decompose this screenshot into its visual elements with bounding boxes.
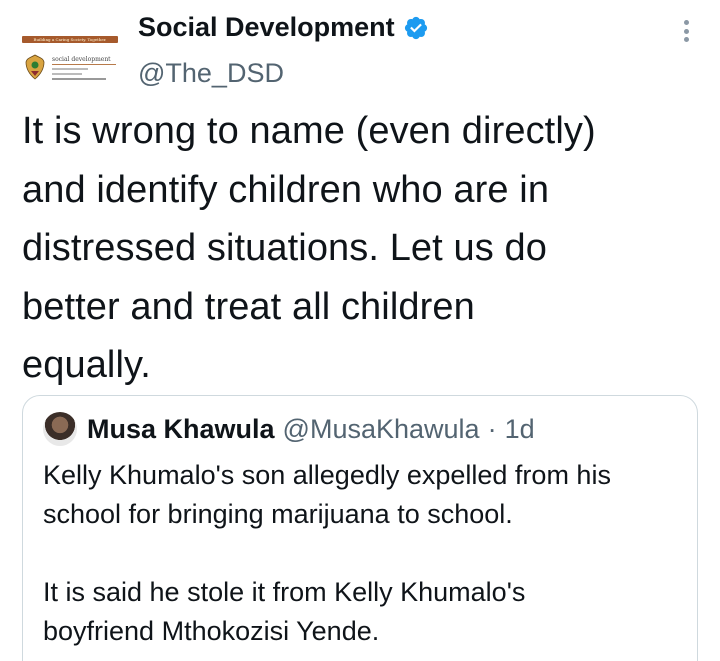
logo-line xyxy=(52,73,82,75)
quoted-author-avatar[interactable] xyxy=(43,412,77,446)
tweet: Building a Caring Society. Together. soc… xyxy=(0,0,720,661)
verified-badge-icon xyxy=(404,16,427,39)
tweet-text-line: and identify children who are in xyxy=(22,168,550,211)
menu-dot xyxy=(683,20,689,25)
coat-of-arms-icon xyxy=(25,54,45,80)
tweet-text: It is wrong to name (even directly) and … xyxy=(22,102,702,395)
author-display-name[interactable]: Social Development xyxy=(138,12,395,43)
menu-dot xyxy=(683,37,689,42)
quoted-tweet-header: Musa Khawula @MusaKhawula · 1d xyxy=(43,412,535,446)
quoted-tweet-timestamp[interactable]: 1d xyxy=(505,414,535,445)
more-vertical-icon[interactable] xyxy=(676,16,696,46)
quoted-author-handle[interactable]: @MusaKhawula xyxy=(283,414,480,445)
logo-banner: Building a Caring Society. Together. xyxy=(22,36,118,43)
quoted-tweet-text: Kelly Khumalo's son allegedly expelled f… xyxy=(43,456,683,651)
tweet-text-line: better and treat all children xyxy=(22,285,475,328)
tweet-text-line: equally. xyxy=(22,344,151,386)
logo-line xyxy=(52,68,88,70)
author-avatar-logo[interactable]: Building a Caring Society. Together. soc… xyxy=(18,26,122,96)
quoted-text-line: Kelly Khumalo's son allegedly expelled f… xyxy=(43,460,611,490)
separator-dot: · xyxy=(487,413,497,444)
quoted-text-line: boyfriend Mthokozisi Yende. xyxy=(43,616,380,646)
logo-dept-text: social development xyxy=(52,56,116,65)
logo-line xyxy=(52,78,106,80)
author-handle[interactable]: @The_DSD xyxy=(138,58,284,89)
tweet-text-line: It is wrong to name (even directly) xyxy=(22,110,596,152)
menu-dot xyxy=(683,28,689,34)
logo-text-block: social development xyxy=(52,56,116,80)
logo-banner-text: Building a Caring Society. Together. xyxy=(33,37,107,42)
tweet-text-line: distressed situations. Let us do xyxy=(22,227,547,269)
quoted-text-line: It is said he stole it from Kelly Khumal… xyxy=(43,577,526,607)
quoted-tweet-card[interactable]: Musa Khawula @MusaKhawula · 1d Kelly Khu… xyxy=(22,395,698,661)
author-name-row: Social Development xyxy=(138,12,429,43)
quoted-author-name[interactable]: Musa Khawula xyxy=(87,414,275,445)
quoted-text-line: school for bringing marijuana to school. xyxy=(43,499,513,529)
